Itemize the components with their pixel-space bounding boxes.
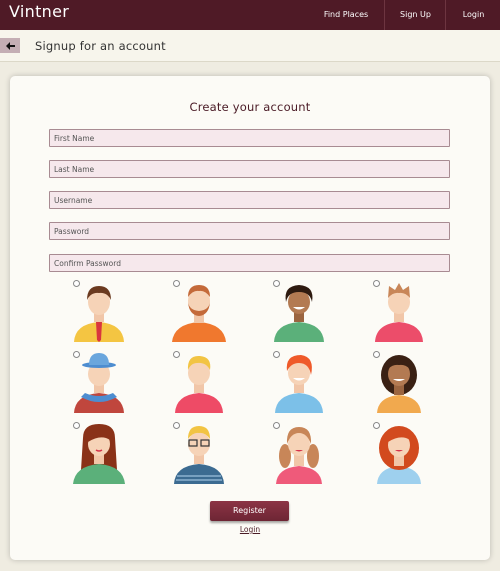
avatar-blond-boy[interactable] (169, 351, 229, 413)
nav-find-places[interactable]: Find Places (308, 0, 385, 30)
avatar-man-brown-hair-tie[interactable] (69, 280, 129, 342)
page-title: Signup for an account (35, 39, 166, 53)
avatar-girl-pigtails[interactable] (269, 422, 329, 484)
avatar-man-blue-hat-scarf[interactable] (69, 351, 129, 413)
brand-logo[interactable]: Vintner (9, 2, 69, 21)
first-name-field[interactable] (49, 129, 450, 147)
avatar-woman-curly-dark[interactable] (369, 351, 429, 413)
avatar-boy-spiky-hair[interactable] (369, 280, 429, 342)
form-title: Create your account (189, 100, 311, 114)
register-button[interactable]: Register (210, 501, 289, 521)
top-navbar: Vintner Find Places Sign Up Login (0, 0, 500, 30)
last-name-field[interactable] (49, 160, 450, 178)
avatar-man-glasses[interactable] (169, 422, 229, 484)
avatar-redhead-boy[interactable] (269, 351, 329, 413)
avatar-woman-long-brown-hair[interactable] (69, 422, 129, 484)
password-field[interactable] (49, 222, 450, 240)
signup-card: Create your account First Name Last Name… (10, 76, 490, 560)
login-link[interactable]: Login (10, 525, 490, 534)
avatar-man-beard-orange-shirt[interactable] (169, 280, 229, 342)
back-button[interactable] (0, 38, 20, 53)
arrow-left-icon (5, 41, 15, 50)
nav-sign-up[interactable]: Sign Up (386, 0, 446, 30)
avatar-man-curly-hair[interactable] (269, 280, 329, 342)
page-header: Signup for an account (0, 30, 500, 62)
nav-login[interactable]: Login (447, 0, 500, 30)
confirm-password-field[interactable] (49, 254, 450, 272)
avatar-woman-red-curly[interactable] (369, 422, 429, 484)
username-field[interactable] (49, 191, 450, 209)
